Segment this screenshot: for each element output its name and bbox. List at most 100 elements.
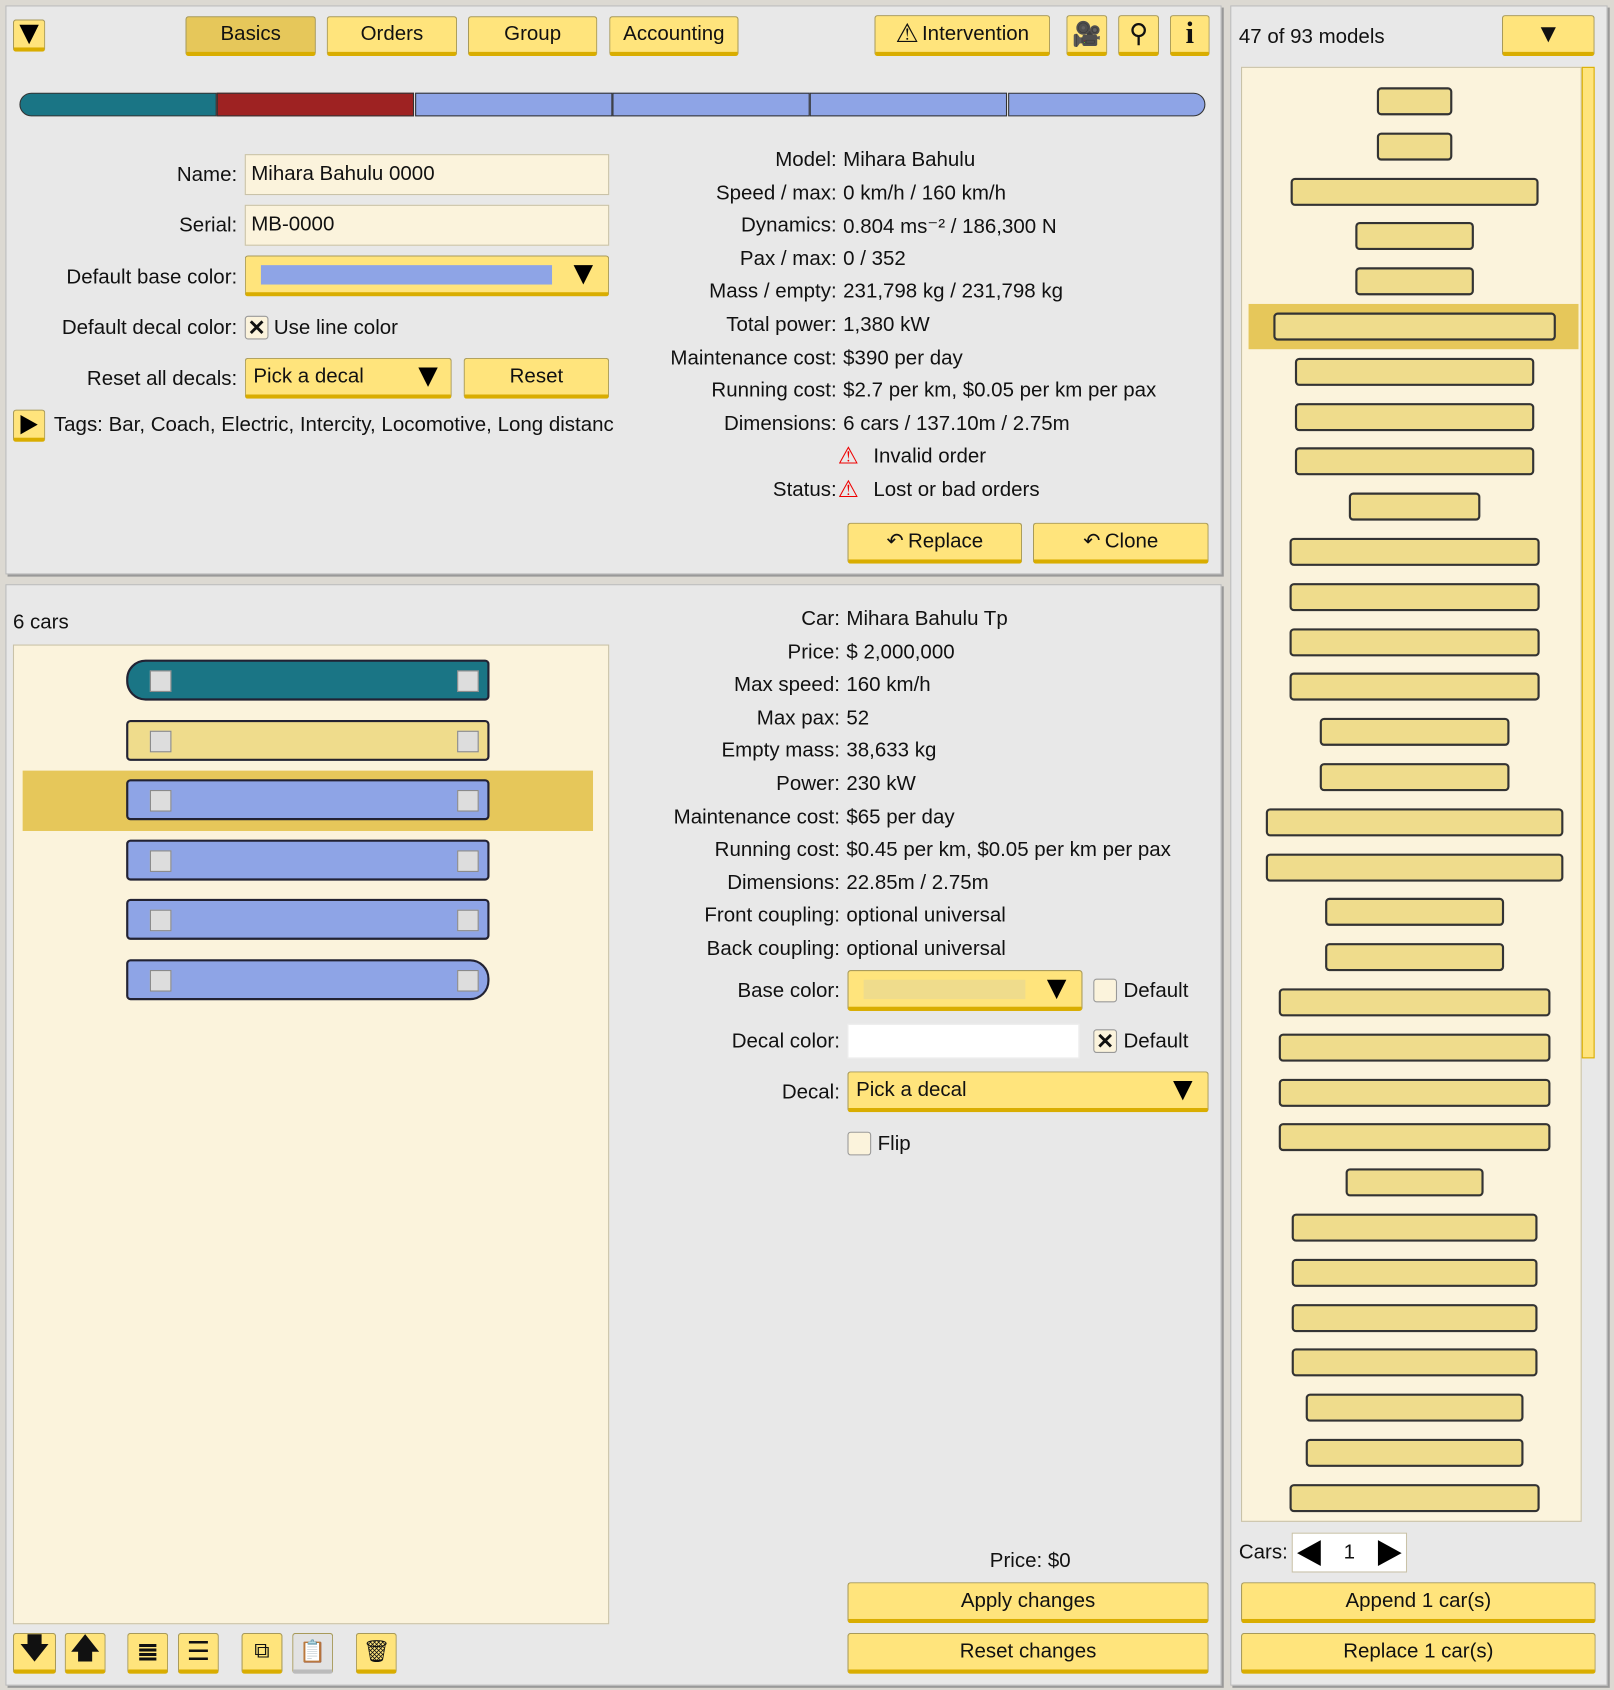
model-item[interactable] bbox=[1265, 808, 1564, 837]
model-item[interactable] bbox=[1319, 763, 1510, 792]
model-item[interactable] bbox=[1291, 1348, 1538, 1377]
decal-default-checkbox[interactable]: ✕ bbox=[1093, 1029, 1118, 1054]
decal-color-field[interactable] bbox=[847, 1023, 1080, 1059]
replace-button[interactable]: ↶ Replace bbox=[847, 522, 1023, 564]
default-base-color-dropdown[interactable] bbox=[244, 255, 610, 297]
model-item[interactable] bbox=[1319, 718, 1510, 747]
status-warning-icon: ⚠ bbox=[837, 441, 860, 469]
map-pin-button[interactable]: ⚲ bbox=[1118, 15, 1160, 57]
model-item[interactable] bbox=[1273, 312, 1556, 341]
car-item[interactable] bbox=[126, 899, 490, 941]
info-button[interactable]: i bbox=[1169, 15, 1210, 57]
triangle-right-icon bbox=[20, 414, 38, 434]
name-input[interactable]: Mihara Bahulu 0000 bbox=[244, 154, 610, 196]
model-item[interactable] bbox=[1294, 402, 1535, 431]
model-item[interactable] bbox=[1291, 1303, 1538, 1332]
model-list-scrollbar[interactable] bbox=[1581, 66, 1595, 1059]
car-item[interactable] bbox=[126, 719, 490, 761]
chevron-down-icon bbox=[1046, 979, 1067, 999]
move-up-button[interactable]: 🡅 bbox=[64, 1631, 106, 1674]
move-down-button[interactable]: 🡇 bbox=[12, 1631, 57, 1674]
model-item[interactable] bbox=[1376, 132, 1453, 161]
model-item[interactable] bbox=[1305, 1393, 1524, 1422]
model-item[interactable] bbox=[1291, 1213, 1538, 1242]
model-list[interactable] bbox=[1241, 66, 1582, 1522]
paste-button[interactable]: 📋 bbox=[292, 1632, 334, 1674]
flip-checkbox[interactable] bbox=[847, 1131, 872, 1156]
model-item[interactable] bbox=[1289, 627, 1540, 656]
model-item[interactable] bbox=[1325, 898, 1505, 927]
base-default-checkbox[interactable] bbox=[1093, 978, 1118, 1003]
cars-label: Cars: bbox=[1238, 1541, 1288, 1564]
model-item[interactable] bbox=[1289, 537, 1540, 566]
model-item[interactable] bbox=[1278, 1123, 1551, 1152]
model-item[interactable] bbox=[1278, 988, 1551, 1017]
model-item[interactable] bbox=[1345, 1168, 1484, 1197]
intervention-button[interactable]: ⚠ Intervention bbox=[874, 15, 1051, 57]
use-line-color-checkbox[interactable]: ✕ bbox=[244, 315, 269, 340]
model-item[interactable] bbox=[1289, 1483, 1540, 1512]
append-cars-button[interactable]: Append 1 car(s) bbox=[1241, 1582, 1596, 1624]
train-info-label: Dynamics: bbox=[741, 214, 837, 238]
tab-accounting[interactable]: Accounting bbox=[609, 16, 739, 57]
filter-button[interactable]: ▼ bbox=[1501, 15, 1595, 57]
train-info-label: Running cost: bbox=[711, 379, 837, 403]
consist-car[interactable] bbox=[1007, 92, 1205, 117]
model-item[interactable] bbox=[1265, 853, 1564, 882]
model-item[interactable] bbox=[1376, 87, 1453, 116]
consist-car[interactable] bbox=[217, 92, 415, 117]
serial-input[interactable]: MB-0000 bbox=[244, 204, 610, 246]
model-item[interactable] bbox=[1355, 267, 1474, 296]
consist-car[interactable] bbox=[612, 92, 810, 117]
model-item[interactable] bbox=[1289, 582, 1540, 611]
consist-car[interactable] bbox=[414, 92, 612, 117]
filter-icon: ▼ bbox=[1535, 18, 1562, 48]
car-item[interactable] bbox=[126, 959, 490, 1001]
decal-default-label: Default bbox=[1123, 1030, 1189, 1054]
select-none-button[interactable]: ☰ bbox=[177, 1632, 219, 1674]
status-invalid-order: Invalid order bbox=[873, 445, 987, 468]
car-item[interactable] bbox=[126, 659, 490, 701]
car-item[interactable] bbox=[126, 779, 490, 821]
chevron-down-icon bbox=[418, 366, 438, 387]
car-list[interactable] bbox=[12, 644, 610, 1625]
pick-decal-dropdown[interactable]: Pick a decal bbox=[244, 357, 452, 399]
model-item[interactable] bbox=[1294, 447, 1535, 476]
collapse-button[interactable] bbox=[12, 19, 46, 52]
car-info-value: 38,633 kg bbox=[846, 739, 937, 763]
model-item[interactable] bbox=[1305, 1438, 1524, 1467]
car-info-value: 22.85m / 2.75m bbox=[846, 871, 989, 895]
model-item[interactable] bbox=[1278, 1078, 1551, 1107]
model-item[interactable] bbox=[1348, 492, 1481, 521]
tab-orders[interactable]: Orders bbox=[326, 16, 458, 57]
cars-stepper[interactable]: 1 bbox=[1291, 1532, 1408, 1573]
model-item[interactable] bbox=[1325, 943, 1505, 972]
model-item[interactable] bbox=[1294, 357, 1535, 386]
car-item[interactable] bbox=[126, 839, 490, 881]
replace-cars-button[interactable]: Replace 1 car(s) bbox=[1241, 1632, 1596, 1674]
delete-button[interactable]: 🗑 bbox=[355, 1632, 397, 1674]
clone-button[interactable]: ↶ Clone bbox=[1032, 522, 1209, 564]
apply-changes-button[interactable]: Apply changes bbox=[847, 1582, 1209, 1624]
tab-group[interactable]: Group bbox=[467, 16, 598, 57]
consist-car[interactable] bbox=[19, 92, 217, 117]
model-item[interactable] bbox=[1355, 222, 1474, 251]
model-item[interactable] bbox=[1290, 177, 1539, 206]
increment-icon[interactable] bbox=[1377, 1539, 1402, 1566]
consist-car[interactable] bbox=[809, 92, 1008, 117]
decrement-icon[interactable] bbox=[1297, 1539, 1321, 1566]
model-item[interactable] bbox=[1278, 1033, 1551, 1062]
model-item[interactable] bbox=[1291, 1258, 1538, 1287]
model-item[interactable] bbox=[1289, 672, 1540, 701]
tags-text: Tags: Bar, Coach, Electric, Intercity, L… bbox=[53, 413, 614, 437]
decal-dropdown[interactable]: Pick a decal bbox=[847, 1071, 1209, 1113]
select-all-button[interactable]: ≣ bbox=[127, 1632, 169, 1674]
reset-changes-button[interactable]: Reset changes bbox=[847, 1632, 1209, 1674]
reset-decals-button[interactable]: Reset bbox=[463, 357, 610, 399]
expand-tags-button[interactable] bbox=[12, 409, 46, 442]
base-color-dropdown[interactable] bbox=[847, 970, 1083, 1011]
tab-basics[interactable]: Basics bbox=[185, 16, 316, 57]
train-consist-bar[interactable] bbox=[19, 92, 1205, 117]
camera-button[interactable]: 🎥 bbox=[1066, 15, 1108, 57]
copy-button[interactable]: ⧉ bbox=[241, 1632, 283, 1674]
